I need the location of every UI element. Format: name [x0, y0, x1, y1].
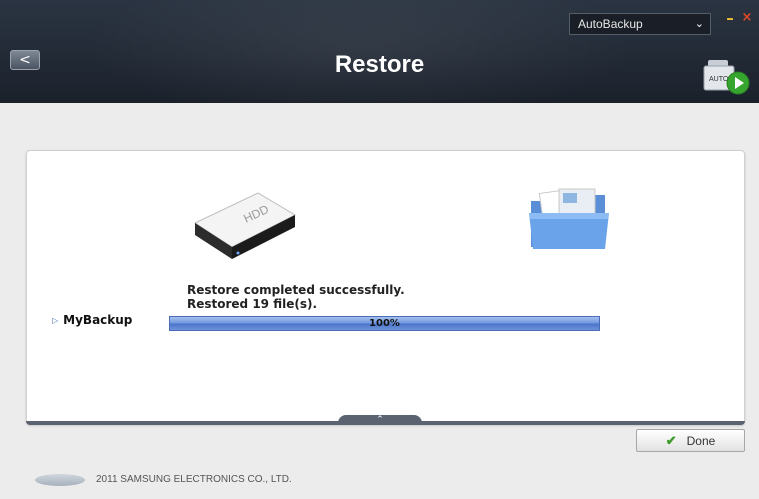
- backup-item[interactable]: ▷ MyBackup: [52, 313, 132, 327]
- profile-select-value: AutoBackup: [578, 17, 643, 31]
- auto-backup-icon[interactable]: AUTO: [702, 56, 752, 96]
- chevron-down-icon: ⌄: [694, 18, 704, 30]
- progress-label: 100%: [369, 318, 400, 329]
- done-button-label: Done: [686, 434, 716, 448]
- copyright-text: 2011 SAMSUNG ELECTRONICS CO., LTD.: [96, 474, 292, 485]
- hdd-icon: HDD: [190, 185, 300, 265]
- collapse-toggle[interactable]: ⌃: [338, 415, 422, 425]
- restored-count-text: Restored 19 file(s).: [187, 297, 318, 311]
- done-button[interactable]: ✔ Done: [636, 429, 745, 452]
- auto-icon-label: AUTO: [709, 76, 729, 83]
- restore-status-text: Restore completed successfully.: [187, 283, 405, 297]
- minimize-button[interactable]: –: [723, 11, 737, 26]
- restore-progress-bar: 100%: [169, 316, 600, 331]
- backup-name-label: MyBackup: [63, 313, 133, 327]
- samsung-logo: [35, 474, 85, 486]
- checkmark-icon: ✔: [665, 433, 677, 448]
- close-button[interactable]: ×: [740, 11, 754, 25]
- folder-icon: [525, 183, 615, 258]
- page-title: Restore: [334, 51, 425, 78]
- expand-triangle-icon: ▷: [52, 316, 59, 325]
- chevron-up-icon: ⌃: [376, 415, 384, 425]
- profile-select[interactable]: AutoBackup ⌄: [569, 13, 711, 35]
